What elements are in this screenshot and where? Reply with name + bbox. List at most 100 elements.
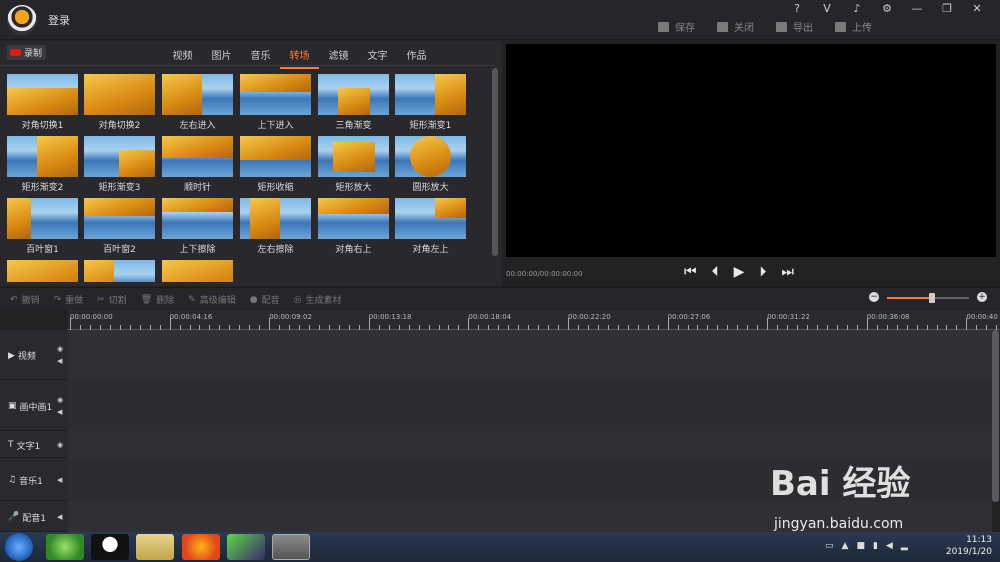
close-label: 关闭 (734, 23, 754, 34)
app-window: 登录 ? V ♪ ⚙ — ❐ ✕ 保存 关闭 导出 上传 录制 视频 图片 音乐… (0, 0, 1000, 532)
transition-thumb[interactable] (7, 198, 78, 239)
timeline-scrollbar[interactable] (992, 330, 999, 502)
transition-thumb[interactable] (84, 136, 155, 177)
login-link[interactable]: 登录 (48, 12, 70, 28)
speaker-icon[interactable]: ◀ (57, 406, 63, 418)
next-frame-icon[interactable]: ⏵ (759, 264, 766, 280)
transition-thumb[interactable] (395, 136, 466, 177)
play-icon[interactable]: ▶ (734, 264, 745, 280)
transition-thumb[interactable] (162, 260, 233, 282)
bell-icon[interactable]: ♪ (842, 2, 872, 16)
transition-thumb[interactable] (318, 198, 389, 239)
eye-icon[interactable]: ◉ (57, 439, 63, 451)
timeline-ruler[interactable]: 00:00:00:00 00:00:04:16 00:00:09:02 00:00:1… (68, 310, 1000, 330)
transition-thumb[interactable] (84, 260, 155, 282)
track-name: 文字1 (16, 441, 41, 452)
upload-button[interactable]: 上传 (835, 19, 872, 34)
transition-thumb[interactable] (7, 136, 78, 177)
track-header[interactable]: ▶ 视频 ◉ ◀ (0, 330, 68, 380)
app-logo-icon[interactable] (7, 5, 37, 35)
taskbar-active-app[interactable] (272, 534, 310, 560)
track-toggles: ◉ (57, 439, 63, 451)
watermark-brand: Bai 经验 (770, 464, 911, 504)
eye-icon[interactable]: ◉ (57, 343, 63, 355)
panel-scrollbar[interactable] (492, 68, 498, 256)
tray-up-icon[interactable]: ▲ (842, 541, 849, 551)
transition-thumb[interactable] (162, 198, 233, 239)
transition-thumb[interactable] (162, 136, 233, 177)
delete-label: 删除 (156, 296, 175, 306)
track-header[interactable]: T 文字1 ◉ (0, 431, 68, 458)
upload-label: 上传 (852, 23, 872, 34)
track-lane[interactable] (68, 380, 992, 431)
transition-thumb[interactable] (84, 74, 155, 115)
transition-thumb[interactable] (240, 74, 311, 115)
track-header[interactable]: ▣ 画中画1 ◉ ◀ (0, 380, 68, 431)
transition-label: 矩形渐变3 (98, 183, 141, 193)
transition-thumb[interactable] (395, 198, 466, 239)
record-button[interactable]: 录制 (7, 45, 46, 60)
start-button[interactable] (5, 533, 33, 561)
ruler-label: 00:00:36:08 (866, 313, 910, 321)
track-header[interactable]: ♫ 音乐1 ◀ (0, 458, 68, 501)
transition-thumb[interactable] (7, 74, 78, 115)
transition-label: 矩形渐变2 (21, 183, 64, 193)
network-icon[interactable]: ▮ (873, 541, 878, 551)
dub-button[interactable]: ● 配音 (250, 293, 280, 307)
signal-icon[interactable]: ▂ (901, 541, 908, 551)
generate-label: 生成素材 (305, 296, 342, 306)
track-header[interactable]: 🎤 配音1 ◀ (0, 501, 68, 532)
ruler-label: 00:00:27:06 (667, 313, 711, 321)
transition-label: 三角渐变 (335, 121, 372, 131)
transition-thumb[interactable] (240, 198, 311, 239)
gear-icon[interactable]: ⚙ (872, 2, 902, 16)
delete-button[interactable]: 🗑 删除 (141, 293, 175, 307)
help-icon[interactable]: ? (782, 2, 812, 16)
keyboard-icon[interactable]: ▭ (825, 541, 834, 551)
track-lane[interactable] (68, 330, 992, 380)
volume-icon[interactable]: ◀ (886, 541, 893, 551)
clock[interactable]: 11:13 2019/1/20 (946, 534, 992, 558)
track-toggles: ◀ (57, 511, 62, 523)
maximize-icon[interactable]: ❐ (932, 2, 962, 16)
thumbnail-overlay (435, 198, 466, 218)
undo-button[interactable]: ↶ 撤销 (10, 293, 40, 307)
speaker-icon[interactable]: ◀ (57, 511, 62, 523)
vip-icon[interactable]: V (812, 2, 842, 16)
speaker-icon[interactable]: ◀ (57, 474, 62, 486)
transition-thumb[interactable] (395, 74, 466, 115)
transition-thumb[interactable] (162, 74, 233, 115)
taskbar-app-1[interactable] (46, 534, 84, 560)
export-button[interactable]: 导出 (776, 19, 813, 34)
advanced-edit-button[interactable]: ✎ 高级编辑 (188, 293, 236, 307)
close-project-button[interactable]: 关闭 (717, 19, 754, 34)
transition-thumb[interactable] (240, 136, 311, 177)
redo-button[interactable]: ↷ 重做 (54, 293, 84, 307)
thumbnail-overlay (119, 150, 155, 177)
skip-start-icon[interactable]: ⏮ (684, 264, 697, 280)
transition-thumb[interactable] (84, 198, 155, 239)
generate-material-button[interactable]: ◎ 生成素材 (294, 293, 342, 307)
taskbar-explorer[interactable] (136, 534, 174, 560)
zoom-in-icon[interactable]: + (977, 292, 987, 302)
zoom-out-icon[interactable]: − (869, 292, 879, 302)
skip-end-icon[interactable]: ⏭ (781, 264, 794, 280)
transition-thumb[interactable] (318, 74, 389, 115)
taskbar-firefox[interactable] (182, 534, 220, 560)
speaker-icon[interactable]: ◀ (57, 355, 63, 367)
close-icon[interactable]: ✕ (962, 2, 992, 16)
thumbnail-overlay (84, 260, 114, 282)
minimize-icon[interactable]: — (902, 2, 932, 16)
tray-app-icon[interactable]: ■ (856, 541, 865, 551)
transition-thumb[interactable] (318, 136, 389, 177)
save-button[interactable]: 保存 (658, 19, 695, 34)
eye-icon[interactable]: ◉ (57, 394, 63, 406)
taskbar-app-5[interactable] (227, 534, 265, 560)
track-lane[interactable] (68, 431, 992, 458)
transition-thumb[interactable] (7, 260, 78, 282)
prev-frame-icon[interactable]: ⏴ (712, 264, 719, 280)
cut-button[interactable]: ✂ 切割 (97, 293, 127, 307)
zoom-handle[interactable] (929, 293, 936, 303)
taskbar-qq[interactable] (91, 534, 129, 560)
media-panel: 录制 视频 图片 音乐 转场 滤镜 文字 作品 对角切换1 对角切换2 左右进入 上下… (0, 41, 502, 286)
